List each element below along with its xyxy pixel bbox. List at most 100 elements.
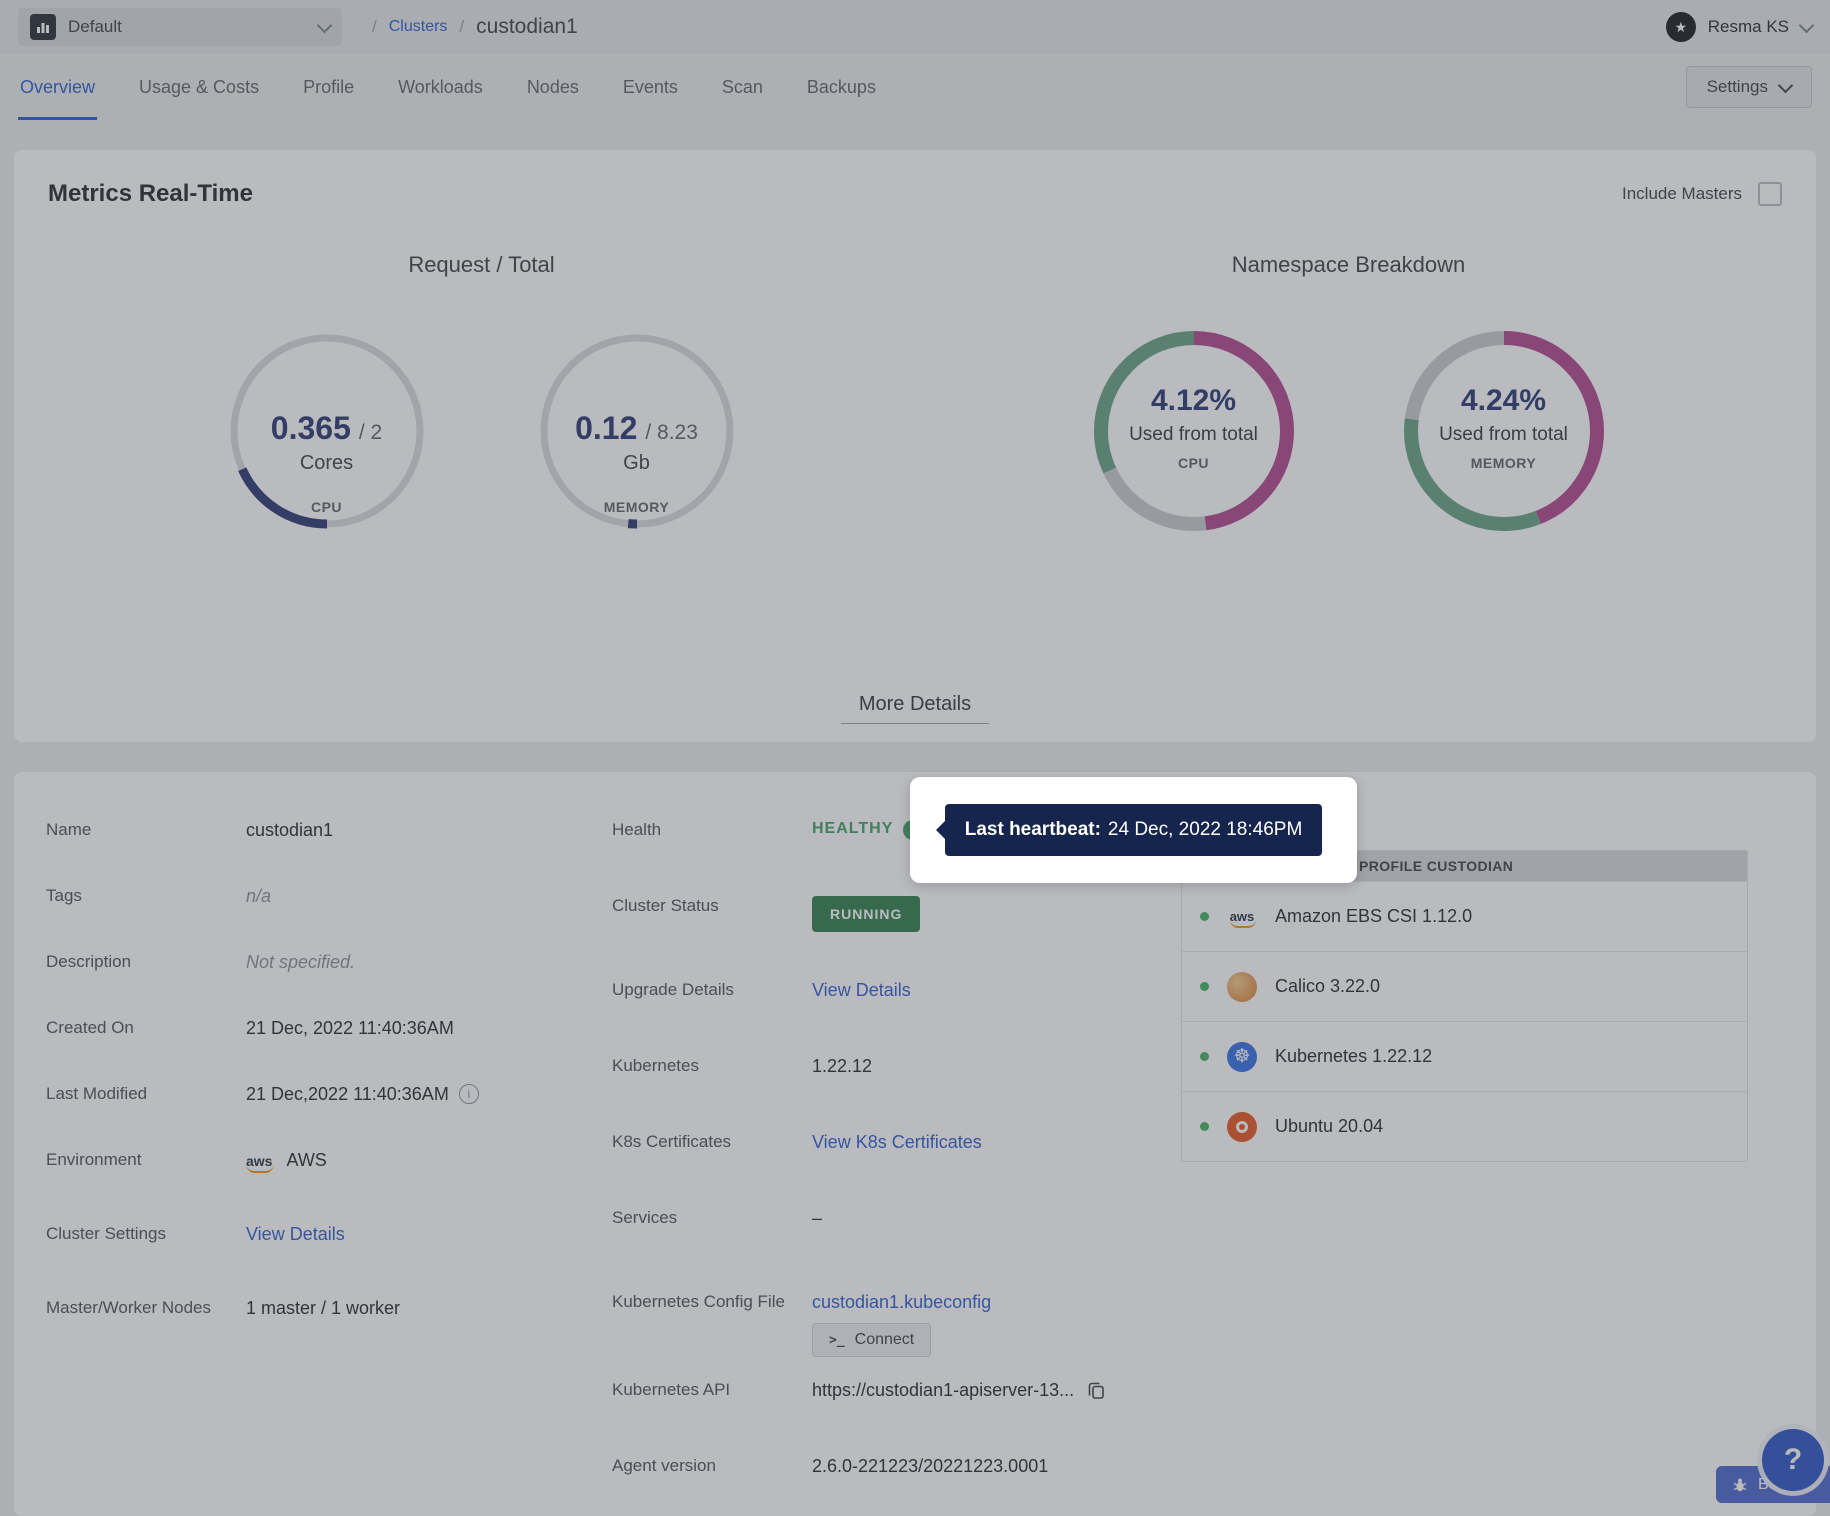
- project-selector[interactable]: Default: [18, 8, 342, 46]
- detail-row-kubernetes-api: Kubernetes API https://custodian1-apiser…: [612, 1380, 1106, 1456]
- detail-label: Name: [46, 820, 246, 840]
- more-details-container: More Details: [14, 693, 1816, 716]
- detail-row-agent-version: Agent version 2.6.0-221223/20221223.0001: [612, 1456, 1106, 1516]
- metrics-chart-icon: [30, 14, 56, 40]
- copy-icon[interactable]: [1086, 1380, 1106, 1403]
- detail-label: Health: [612, 820, 812, 840]
- more-details-link[interactable]: More Details: [841, 693, 989, 724]
- connect-button[interactable]: >_ Connect: [812, 1323, 931, 1357]
- aws-logo-icon: aws: [246, 1153, 272, 1169]
- settings-button-label: Settings: [1707, 77, 1768, 97]
- avatar: ★: [1666, 12, 1696, 42]
- tags-value: n/a: [246, 886, 271, 907]
- detail-label: Tags: [46, 886, 246, 906]
- running-status-badge: RUNNING: [812, 896, 920, 932]
- user-menu[interactable]: ★ Resma KS: [1666, 12, 1812, 42]
- last-modified-value: 21 Dec,2022 11:40:36AM: [246, 1084, 449, 1105]
- top-bar: Default / Clusters / custodian1 ★ Resma …: [0, 0, 1830, 54]
- detail-row-created-on: Created On 21 Dec, 2022 11:40:36AM: [46, 1018, 479, 1084]
- detail-row-kubernetes-version: Kubernetes 1.22.12: [612, 1056, 1106, 1132]
- details-middle-column: Health HEALTHY ✓ Cluster Status RUNNING …: [612, 820, 1106, 1516]
- detail-row-k8s-certificates: K8s Certificates View K8s Certificates: [612, 1132, 1106, 1208]
- namespace-memory-donut: 4.24% Used from total MEMORY: [1399, 326, 1609, 536]
- tabs: Overview Usage & Costs Profile Workloads…: [18, 54, 878, 120]
- detail-label: Upgrade Details: [612, 980, 812, 1000]
- view-k8s-certificates-link[interactable]: View K8s Certificates: [812, 1132, 982, 1153]
- detail-label: Agent version: [612, 1456, 812, 1476]
- tab-scan[interactable]: Scan: [720, 54, 765, 120]
- tab-events[interactable]: Events: [621, 54, 680, 120]
- tab-backups[interactable]: Backups: [805, 54, 878, 120]
- environment-value: aws AWS: [246, 1150, 327, 1171]
- cpu-request-value: 0.365: [271, 410, 351, 447]
- services-value: –: [812, 1208, 822, 1229]
- details-left-column: Name custodian1 Tags n/a Description Not…: [46, 820, 479, 1364]
- tab-nodes[interactable]: Nodes: [525, 54, 581, 120]
- tooltip-spotlight: Last heartbeat: 24 Dec, 2022 18:46PM: [910, 777, 1357, 883]
- detail-label: Kubernetes Config File: [612, 1292, 812, 1312]
- metrics-card: Metrics Real-Time Include Masters Reques…: [14, 150, 1816, 742]
- kubeconfig-download-link[interactable]: custodian1.kubeconfig: [812, 1292, 991, 1313]
- detail-row-services: Services –: [612, 1208, 1106, 1292]
- namespace-cpu-text: 4.12% Used from total CPU: [1089, 326, 1299, 536]
- cluster-settings-view-details-link[interactable]: View Details: [246, 1224, 345, 1245]
- cluster-details-card: Name custodian1 Tags n/a Description Not…: [14, 772, 1816, 1516]
- bug-icon: [1732, 1477, 1748, 1493]
- detail-row-cluster-settings: Cluster Settings View Details: [46, 1224, 479, 1298]
- cpu-total-value: / 2: [359, 421, 382, 445]
- cluster-name-value: custodian1: [246, 820, 333, 841]
- status-dot: [1200, 912, 1209, 921]
- include-masters-toggle[interactable]: Include Masters: [1622, 182, 1782, 206]
- tab-usage-costs[interactable]: Usage & Costs: [137, 54, 261, 120]
- tooltip-value: 24 Dec, 2022 18:46PM: [1108, 819, 1302, 841]
- infra-item-name: Kubernetes 1.22.12: [1275, 1046, 1432, 1067]
- detail-label: Created On: [46, 1018, 246, 1038]
- detail-label: K8s Certificates: [612, 1132, 812, 1152]
- namespace-memory-label: MEMORY: [1471, 455, 1536, 471]
- upgrade-view-details-link[interactable]: View Details: [812, 980, 911, 1001]
- include-masters-label: Include Masters: [1622, 184, 1742, 204]
- namespace-cpu-caption: Used from total: [1129, 424, 1258, 446]
- project-selector-value: Default: [68, 17, 122, 37]
- detail-row-cluster-status: Cluster Status RUNNING: [612, 896, 1106, 980]
- tooltip-label: Last heartbeat:: [965, 819, 1101, 841]
- detail-label: Services: [612, 1208, 812, 1228]
- cpu-gauge: 0.365 / 2 Cores CPU: [222, 326, 432, 536]
- breadcrumb-separator: /: [372, 17, 377, 37]
- kubernetes-api-url: https://custodian1-apiserver-13...: [812, 1380, 1074, 1401]
- detail-row-description: Description Not specified.: [46, 952, 479, 1018]
- memory-gauge-text: 0.12 / 8.23 Gb MEMORY: [532, 326, 742, 536]
- request-total-gauges: 0.365 / 2 Cores CPU 0.12 / 8.23: [222, 326, 742, 536]
- detail-label: Kubernetes API: [612, 1380, 812, 1400]
- created-on-value: 21 Dec, 2022 11:40:36AM: [246, 1018, 454, 1039]
- status-dot: [1200, 1052, 1209, 1061]
- memory-request-value: 0.12: [575, 410, 637, 447]
- cpu-gauge-label: CPU: [311, 499, 342, 515]
- request-total-title: Request / Total: [408, 252, 554, 278]
- info-icon[interactable]: i: [459, 1084, 479, 1104]
- tooltip-arrow-left: [936, 821, 945, 839]
- detail-label: Master/Worker Nodes: [46, 1298, 246, 1318]
- calico-icon: [1227, 972, 1257, 1002]
- detail-row-master-worker: Master/Worker Nodes 1 master / 1 worker: [46, 1298, 479, 1364]
- include-masters-checkbox[interactable]: [1758, 182, 1782, 206]
- terminal-icon: >_: [829, 1333, 845, 1348]
- detail-label: Description: [46, 952, 246, 972]
- detail-row-last-modified: Last Modified 21 Dec,2022 11:40:36AM i: [46, 1084, 479, 1150]
- infra-item-ubuntu: Ubuntu 20.04: [1182, 1091, 1747, 1161]
- help-button[interactable]: ?: [1762, 1429, 1824, 1491]
- memory-unit: Gb: [623, 452, 650, 475]
- breadcrumb-clusters-link[interactable]: Clusters: [389, 18, 448, 36]
- tab-overview[interactable]: Overview: [18, 54, 97, 120]
- detail-row-upgrade-details: Upgrade Details View Details: [612, 980, 1106, 1056]
- namespace-breakdown-section: Namespace Breakdown 4.12% Used from tota…: [915, 252, 1782, 536]
- description-value: Not specified.: [246, 952, 355, 973]
- kubernetes-version-value: 1.22.12: [812, 1056, 872, 1077]
- breadcrumb: / Clusters / custodian1: [372, 15, 578, 39]
- tab-workloads[interactable]: Workloads: [396, 54, 485, 120]
- tab-profile[interactable]: Profile: [301, 54, 356, 120]
- user-name: Resma KS: [1708, 17, 1789, 37]
- namespace-memory-text: 4.24% Used from total MEMORY: [1399, 326, 1609, 536]
- settings-button[interactable]: Settings: [1686, 66, 1812, 108]
- detail-label: Environment: [46, 1150, 246, 1170]
